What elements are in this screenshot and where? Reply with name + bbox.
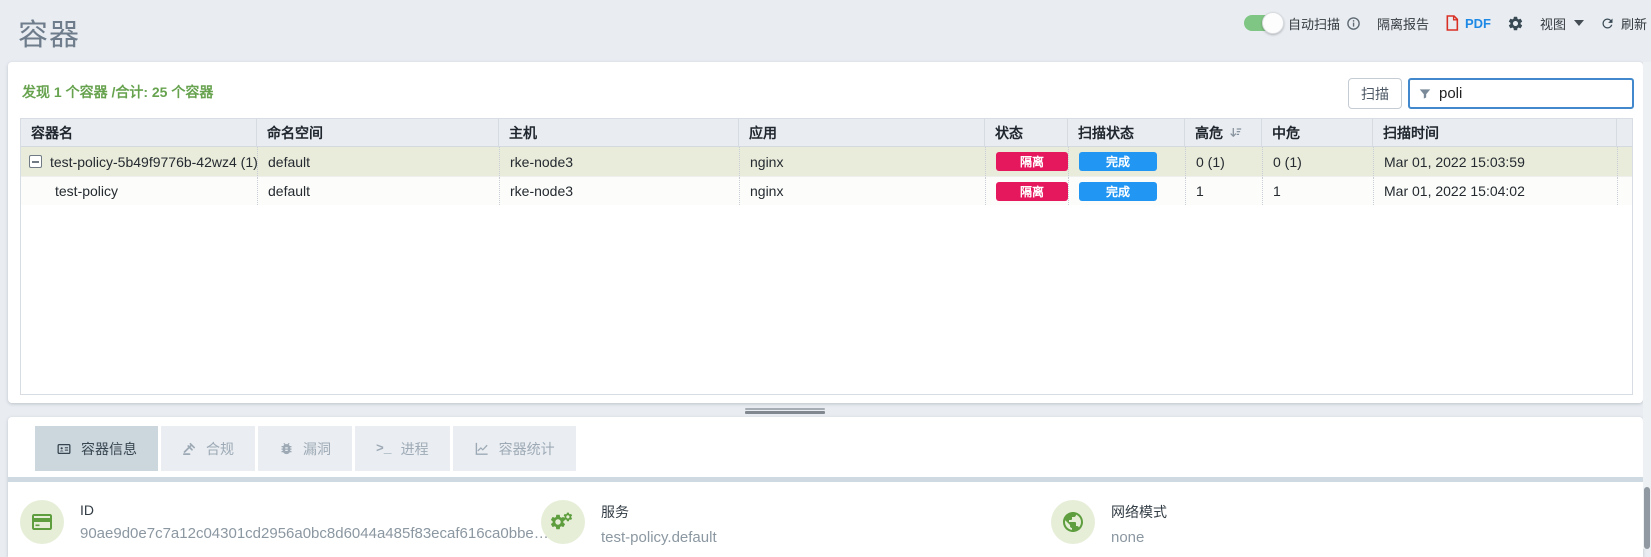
- tab-label: 进程: [401, 439, 429, 459]
- refresh-label: 刷新: [1621, 14, 1647, 33]
- col-header-host[interactable]: 主机: [499, 119, 739, 146]
- filter-search-input[interactable]: [1439, 85, 1632, 102]
- pdf-label: PDF: [1465, 16, 1491, 31]
- tab-container-stats[interactable]: 容器统计: [453, 426, 576, 471]
- chevron-down-icon: [1574, 20, 1584, 26]
- scan-status-badge[interactable]: 完成: [1079, 182, 1157, 201]
- auto-scan-label: 自动扫描: [1288, 14, 1340, 33]
- page-title: 容器: [18, 10, 80, 54]
- sort-icon[interactable]: [1229, 126, 1242, 139]
- gear-icon: [1507, 15, 1524, 32]
- medium-severity-cell: 0 (1): [1262, 147, 1373, 176]
- table-row[interactable]: test-policy-5b49f9776b-42wz4 (1) default…: [21, 147, 1632, 176]
- tab-label: 容器信息: [81, 439, 137, 459]
- scan-time-cell: Mar 01, 2022 15:04:02: [1373, 177, 1617, 205]
- detail-value: 90ae9d0e7c7a12c04301cd2956a0bc8d6044a485…: [80, 525, 549, 542]
- info-icon[interactable]: [1346, 16, 1361, 31]
- details-panel: 容器信息 合规 漏洞 >_ 进程 容器统计: [8, 417, 1643, 557]
- gavel-icon: [182, 441, 197, 456]
- tab-compliance[interactable]: 合规: [161, 426, 255, 471]
- col-header-scan-time[interactable]: 扫描时间: [1373, 119, 1617, 146]
- col-header-namespace[interactable]: 命名空间: [257, 119, 499, 146]
- high-severity-cell: 1: [1185, 177, 1262, 205]
- containers-panel: 发现 1 个容器 /合计: 25 个容器 扫描 容器名 命名空间 主机 应用 状…: [8, 62, 1643, 403]
- scan-button[interactable]: 扫描: [1348, 78, 1402, 109]
- col-header-app[interactable]: 应用: [739, 119, 985, 146]
- gears-icon: [541, 500, 585, 544]
- refresh-button[interactable]: 刷新: [1600, 14, 1647, 33]
- tab-container-info[interactable]: 容器信息: [35, 426, 158, 471]
- detail-label: 网络模式: [1111, 502, 1167, 522]
- tab-processes[interactable]: >_ 进程: [355, 426, 450, 471]
- namespace-cell: default: [257, 147, 499, 176]
- globe-icon: [1051, 500, 1095, 544]
- table-header-row: 容器名 命名空间 主机 应用 状态 扫描状态 高危 中危 扫描时间: [21, 119, 1632, 147]
- view-label: 视图: [1540, 14, 1566, 33]
- filter-funnel-icon: [1418, 87, 1432, 101]
- container-count-summary: 发现 1 个容器 /合计: 25 个容器: [22, 82, 213, 102]
- quarantine-report-label: 隔离报告: [1377, 14, 1429, 33]
- col-header-spacer: [1617, 119, 1632, 146]
- tab-label: 容器统计: [499, 439, 555, 459]
- row-spacer: [1617, 147, 1632, 176]
- pdf-export-button[interactable]: PDF: [1445, 15, 1491, 31]
- col-header-scan-status[interactable]: 扫描状态: [1068, 119, 1185, 146]
- scan-time-cell: Mar 01, 2022 15:03:59: [1373, 147, 1617, 176]
- container-name: test-policy: [55, 183, 118, 199]
- tab-label: 漏洞: [303, 439, 331, 459]
- settings-button[interactable]: [1507, 15, 1524, 32]
- detail-label: 服务: [601, 502, 717, 522]
- host-cell: rke-node3: [499, 147, 739, 176]
- scan-status-badge[interactable]: 完成: [1079, 152, 1157, 171]
- detail-label: ID: [80, 502, 549, 518]
- quarantine-report-button[interactable]: 隔离报告: [1377, 14, 1429, 33]
- col-header-status[interactable]: 状态: [985, 119, 1068, 146]
- col-header-name[interactable]: 容器名: [21, 119, 257, 146]
- app-cell: nginx: [739, 147, 985, 176]
- tab-vulnerabilities[interactable]: 漏洞: [258, 426, 352, 471]
- collapse-row-icon[interactable]: [29, 155, 42, 168]
- col-header-high[interactable]: 高危: [1185, 119, 1262, 146]
- header-controls: 自动扫描 隔离报告 PDF 视图 刷新: [1244, 10, 1647, 36]
- table-row[interactable]: test-policy default rke-node3 nginx 隔离 完…: [21, 176, 1632, 205]
- tab-divider: [8, 477, 1643, 482]
- status-badge[interactable]: 隔离: [996, 152, 1068, 171]
- medium-severity-cell: 1: [1262, 177, 1373, 205]
- status-badge[interactable]: 隔离: [996, 182, 1068, 201]
- scrollbar-thumb[interactable]: [1644, 487, 1650, 549]
- row-spacer: [1617, 177, 1632, 205]
- vertical-scrollbar[interactable]: [1643, 62, 1651, 549]
- col-header-medium[interactable]: 中危: [1262, 119, 1373, 146]
- detail-item-network-mode: 网络模式 none: [1051, 500, 1167, 546]
- host-cell: rke-node3: [499, 177, 739, 205]
- credit-card-icon: [20, 500, 64, 544]
- terminal-icon: >_: [376, 441, 392, 456]
- high-severity-cell: 0 (1): [1185, 147, 1262, 176]
- container-name: test-policy-5b49f9776b-42wz4 (1): [50, 154, 257, 170]
- detail-tabs: 容器信息 合规 漏洞 >_ 进程 容器统计: [35, 426, 576, 471]
- refresh-icon: [1600, 16, 1615, 31]
- detail-value: test-policy.default: [601, 529, 717, 546]
- detail-value: none: [1111, 529, 1167, 546]
- view-dropdown[interactable]: 视图: [1540, 14, 1584, 33]
- app-cell: nginx: [739, 177, 985, 205]
- panel-resize-handle[interactable]: [745, 408, 825, 414]
- auto-scan-control: 自动扫描: [1244, 14, 1361, 33]
- detail-item-service: 服务 test-policy.default: [541, 500, 717, 546]
- tab-label: 合规: [206, 439, 234, 459]
- filter-search-box: [1408, 78, 1634, 109]
- pdf-file-icon: [1445, 15, 1459, 31]
- namespace-cell: default: [257, 177, 499, 205]
- id-card-icon: [56, 442, 72, 456]
- bug-icon: [279, 441, 294, 456]
- toggle-thumb[interactable]: [1262, 12, 1284, 34]
- detail-item-id: ID 90ae9d0e7c7a12c04301cd2956a0bc8d6044a…: [20, 500, 549, 544]
- auto-scan-toggle[interactable]: [1244, 15, 1278, 31]
- containers-table: 容器名 命名空间 主机 应用 状态 扫描状态 高危 中危 扫描时间 test-p…: [20, 118, 1633, 395]
- chart-line-icon: [474, 441, 490, 456]
